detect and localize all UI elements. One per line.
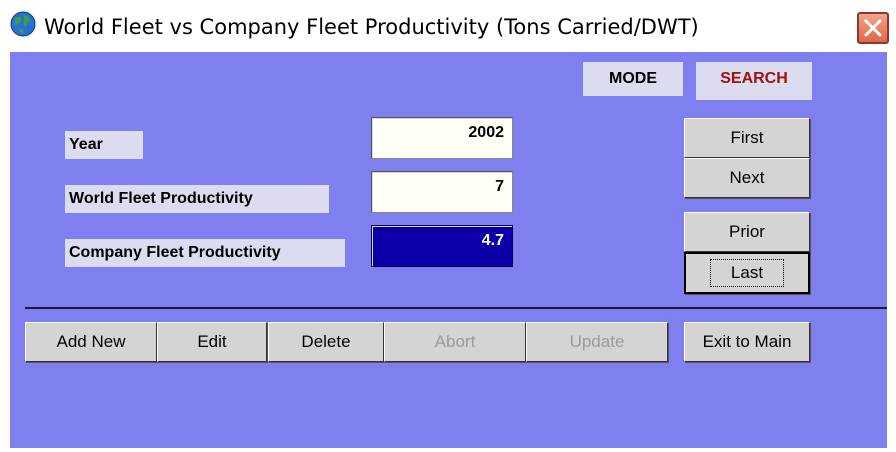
- prior-button[interactable]: Prior: [684, 212, 810, 252]
- year-field[interactable]: 2002: [371, 117, 513, 159]
- close-icon: [864, 19, 882, 37]
- globe-icon: [10, 11, 36, 37]
- last-button[interactable]: Last: [684, 252, 810, 294]
- edit-button[interactable]: Edit: [157, 322, 267, 362]
- mode-label: MODE: [583, 62, 683, 96]
- exit-to-main-button[interactable]: Exit to Main: [684, 322, 810, 362]
- add-new-button[interactable]: Add New: [25, 322, 157, 362]
- form-body: MODE SEARCH Year World Fleet Productivit…: [10, 52, 887, 448]
- year-label: Year: [65, 131, 143, 159]
- next-button[interactable]: Next: [684, 158, 810, 198]
- app-window: World Fleet vs Company Fleet Productivit…: [0, 0, 896, 452]
- divider: [25, 307, 887, 309]
- update-button[interactable]: Update: [526, 322, 668, 362]
- company-fleet-productivity-field[interactable]: 4.7: [371, 225, 513, 267]
- world-fleet-productivity-label: World Fleet Productivity: [65, 185, 329, 213]
- abort-button[interactable]: Abort: [384, 322, 526, 362]
- mode-value: SEARCH: [696, 62, 812, 100]
- delete-button[interactable]: Delete: [268, 322, 384, 362]
- first-button[interactable]: First: [684, 118, 810, 158]
- close-button[interactable]: [857, 12, 889, 44]
- company-fleet-productivity-label: Company Fleet Productivity: [65, 239, 345, 267]
- window-title: World Fleet vs Company Fleet Productivit…: [44, 15, 699, 39]
- title-bar: World Fleet vs Company Fleet Productivit…: [0, 0, 896, 52]
- world-fleet-productivity-field[interactable]: 7: [371, 171, 513, 213]
- last-button-label: Last: [709, 259, 785, 287]
